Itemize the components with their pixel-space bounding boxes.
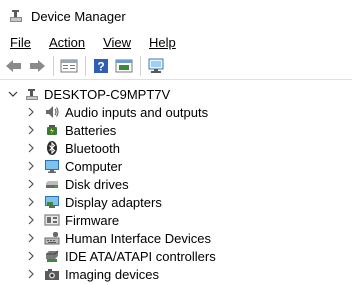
tree-item-display-adapters[interactable]: Display adapters <box>0 193 352 211</box>
computer-icon <box>45 160 59 173</box>
camera-icon <box>45 269 59 280</box>
tree-item-label: IDE ATA/ATAPI controllers <box>65 248 216 264</box>
expand-chevron-icon[interactable] <box>26 233 36 243</box>
back-button[interactable] <box>3 55 25 77</box>
tree-item-label: Human Interface Devices <box>65 230 211 246</box>
tree-item-label: Audio inputs and outputs <box>65 104 209 120</box>
tree-item-label: Firmware <box>65 212 120 228</box>
window-title: Device Manager <box>31 8 126 24</box>
disk-drive-icon <box>46 181 58 188</box>
toolbar-separator <box>53 56 54 76</box>
expand-chevron-icon[interactable] <box>26 107 36 117</box>
toolbar: ? <box>0 53 352 80</box>
title-bar: Device Manager <box>0 0 352 32</box>
bluetooth-icon <box>47 141 57 155</box>
tree-item-firmware[interactable]: Firmware <box>0 211 352 229</box>
tree-item-label: Display adapters <box>65 194 162 210</box>
tree-root[interactable]: DESKTOP-C9MPT7V <box>0 85 352 103</box>
tree-item-human-interface-devices[interactable]: Human Interface Devices <box>0 229 352 247</box>
back-icon <box>6 60 21 72</box>
driver-icon <box>115 59 133 73</box>
computer-root-icon <box>26 89 38 100</box>
tree-item-batteries[interactable]: Batteries <box>0 121 352 139</box>
expand-chevron-icon[interactable] <box>26 269 36 279</box>
tree-item-computer[interactable]: Computer <box>0 157 352 175</box>
menu-help[interactable]: Help <box>145 35 180 50</box>
hid-icon <box>44 232 60 245</box>
menu-action[interactable]: Action <box>45 35 89 50</box>
toolbar-separator <box>140 56 141 76</box>
driver-button[interactable] <box>113 55 135 77</box>
tree-item-audio[interactable]: Audio inputs and outputs <box>0 103 352 121</box>
expand-chevron-icon[interactable] <box>26 143 36 153</box>
properties-button[interactable] <box>58 55 80 77</box>
expand-chevron-icon[interactable] <box>26 251 36 261</box>
collapse-chevron-icon[interactable] <box>8 89 18 99</box>
expand-chevron-icon[interactable] <box>26 179 36 189</box>
tree-item-label: Disk drives <box>65 176 129 192</box>
ide-controller-icon <box>46 250 59 262</box>
tree-item-bluetooth[interactable]: Bluetooth <box>0 139 352 157</box>
menu-bar: File Action View Help <box>0 32 352 52</box>
forward-icon <box>30 60 45 72</box>
toolbar-separator <box>85 56 86 76</box>
menu-view[interactable]: View <box>99 35 135 50</box>
device-manager-icon <box>10 10 22 22</box>
tree-item-disk-drives[interactable]: Disk drives <box>0 175 352 193</box>
firmware-icon <box>44 214 60 226</box>
help-icon: ? <box>94 59 108 74</box>
display-adapter-icon <box>45 196 59 208</box>
speaker-icon <box>46 106 59 118</box>
tree-root-label: DESKTOP-C9MPT7V <box>44 86 171 102</box>
menu-file[interactable]: File <box>6 35 35 50</box>
tree-item-label: Imaging devices <box>65 266 159 282</box>
help-button[interactable]: ? <box>90 55 112 77</box>
battery-icon <box>47 125 57 135</box>
tree-item-imaging-devices[interactable]: Imaging devices <box>0 265 352 283</box>
scan-icon <box>148 58 164 73</box>
scan-button[interactable] <box>145 55 167 77</box>
expand-chevron-icon[interactable] <box>26 197 36 207</box>
svg-text:?: ? <box>97 60 104 74</box>
tree-item-label: Computer <box>65 158 123 174</box>
forward-button[interactable] <box>26 55 48 77</box>
expand-chevron-icon[interactable] <box>26 161 36 171</box>
tree-item-label: Batteries <box>65 122 117 138</box>
properties-icon <box>60 59 78 73</box>
expand-chevron-icon[interactable] <box>26 125 36 135</box>
expand-chevron-icon[interactable] <box>26 215 36 225</box>
tree-item-label: Bluetooth <box>65 140 120 156</box>
tree-item-ide-controllers[interactable]: IDE ATA/ATAPI controllers <box>0 247 352 265</box>
